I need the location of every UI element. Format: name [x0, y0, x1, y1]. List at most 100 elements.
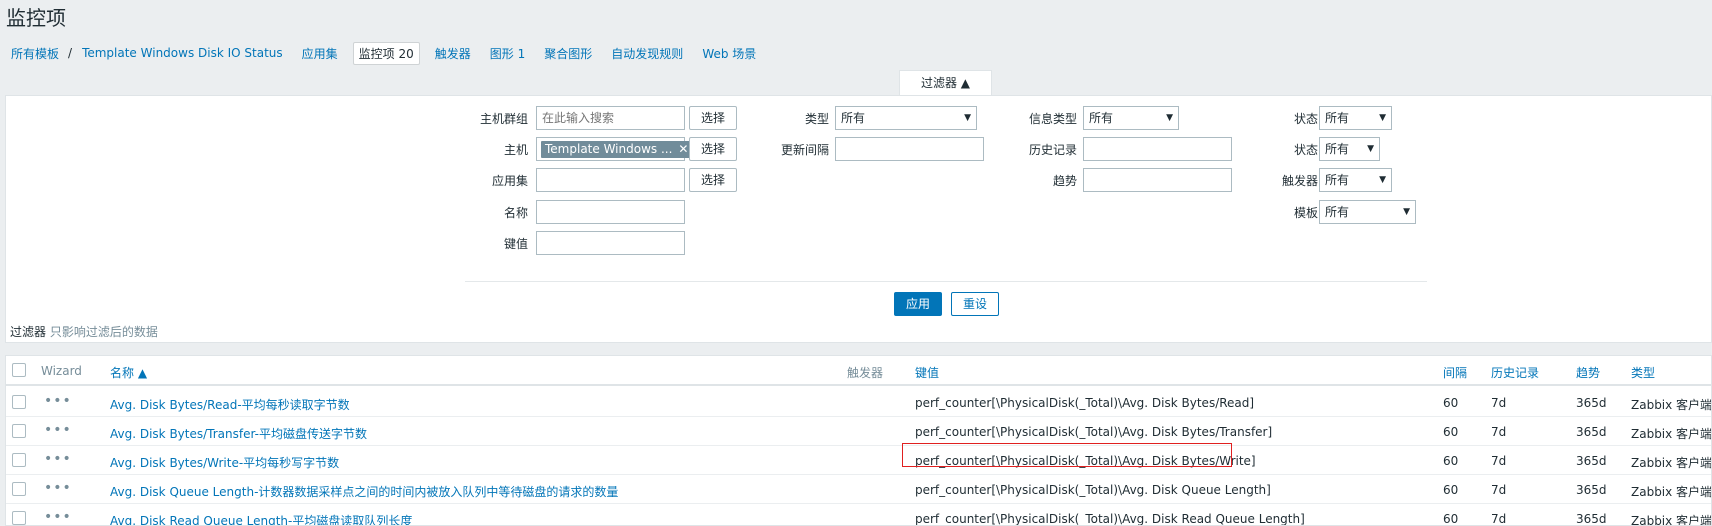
item-trends: 365d: [1576, 483, 1607, 497]
info-type-label: 信息类型: [1028, 112, 1077, 126]
nav-graphs-label: 图形: [489, 46, 514, 61]
chevron-down-icon: ▼: [1379, 113, 1386, 123]
item-name-link[interactable]: Avg. Disk Bytes/Transfer-平均磁盘传送字节数: [110, 425, 367, 442]
item-key: perf_counter[\PhysicalDisk(_Total)\Avg. …: [915, 396, 1255, 410]
header-type-sort[interactable]: 类型: [1631, 364, 1655, 381]
item-trends: 365d: [1576, 454, 1607, 468]
close-icon[interactable]: ✕: [678, 142, 688, 156]
nav-discovery[interactable]: 自动发现规则: [611, 45, 683, 62]
item-interval: 60: [1443, 396, 1459, 410]
header-key-sort[interactable]: 键值: [915, 364, 939, 381]
filter-divider: [465, 281, 1427, 282]
info-type-select-value: 所有: [1089, 111, 1114, 125]
item-history: 7d: [1491, 425, 1507, 439]
status-select[interactable]: 所有 ▼: [1319, 137, 1380, 161]
item-trends: 365d: [1576, 396, 1607, 410]
more-icon[interactable]: •••: [44, 422, 72, 438]
header-interval-sort[interactable]: 间隔: [1443, 364, 1467, 381]
name-input[interactable]: [536, 200, 685, 224]
filter-note: 过滤器 只影响过滤后的数据: [10, 323, 158, 340]
filter-tab[interactable]: 过滤器 ▲: [899, 70, 992, 96]
type-select[interactable]: 所有 ▼: [835, 106, 977, 130]
row-checkbox[interactable]: [12, 424, 26, 438]
select-all-checkbox[interactable]: [12, 363, 26, 377]
application-label: 应用集: [491, 174, 528, 188]
item-history: 7d: [1491, 512, 1507, 526]
hostgroup-label: 主机群组: [479, 112, 528, 126]
state-select-value: 所有: [1325, 111, 1350, 125]
item-key: perf_counter[\PhysicalDisk(_Total)\Avg. …: [915, 483, 1271, 497]
more-icon[interactable]: •••: [44, 480, 72, 496]
header-trends-sort[interactable]: 趋势: [1576, 364, 1600, 381]
header-name-sort[interactable]: 名称 ▲: [110, 364, 147, 381]
triggers-label: 触发器: [1281, 174, 1318, 188]
row-checkbox[interactable]: [12, 395, 26, 409]
application-select-button[interactable]: 选择: [689, 168, 737, 192]
host-multiselect[interactable]: Template Windows ... ✕: [536, 137, 693, 161]
item-trends: 365d: [1576, 512, 1607, 526]
info-type-select[interactable]: 所有 ▼: [1083, 106, 1179, 130]
apply-button[interactable]: 应用: [894, 292, 942, 316]
state-select[interactable]: 所有 ▼: [1319, 106, 1392, 130]
chevron-down-icon: ▼: [1166, 113, 1173, 123]
item-interval: 60: [1443, 512, 1459, 526]
triggers-select-value: 所有: [1325, 173, 1350, 187]
item-type: Zabbix 客户端: [1631, 427, 1712, 441]
history-input[interactable]: [1083, 137, 1232, 161]
nav-items-active[interactable]: 监控项 20: [352, 41, 420, 65]
template-select[interactable]: 所有 ▼: [1319, 200, 1416, 224]
item-interval: 60: [1443, 425, 1459, 439]
hostgroup-select-button[interactable]: 选择: [689, 106, 737, 130]
item-name-link[interactable]: Avg. Disk Read Queue Length-平均磁盘读取队列长度: [110, 512, 412, 525]
key-label: 键值: [503, 237, 528, 251]
nav-graphs[interactable]: 图形 1: [490, 45, 525, 62]
table-row: ••• Avg. Disk Bytes/Write-平均每秒写字节数 perf_…: [6, 446, 1711, 475]
nav-template[interactable]: Template Windows Disk IO Status: [82, 46, 283, 60]
nav-applications[interactable]: 应用集: [302, 45, 338, 62]
breadcrumb-separator: /: [68, 46, 73, 60]
triggers-select[interactable]: 所有 ▼: [1319, 168, 1392, 192]
item-history: 7d: [1491, 483, 1507, 497]
template-label: 模板: [1293, 206, 1318, 220]
page-title: 监控项: [6, 6, 66, 30]
chevron-down-icon: ▼: [1403, 207, 1410, 217]
item-history: 7d: [1491, 454, 1507, 468]
nav-web[interactable]: Web 场景: [702, 45, 756, 62]
item-name-link[interactable]: Avg. Disk Bytes/Write-平均每秒写字节数: [110, 454, 339, 471]
table-row: ••• Avg. Disk Queue Length-计数器数据采样点之间的时间…: [6, 475, 1711, 504]
interval-label: 更新间隔: [780, 143, 829, 157]
row-checkbox[interactable]: [12, 511, 26, 525]
item-name-link[interactable]: Avg. Disk Queue Length-计数器数据采样点之间的时间内被放入…: [110, 483, 618, 500]
item-type: Zabbix 客户端: [1631, 485, 1712, 499]
item-trends: 365d: [1576, 425, 1607, 439]
nav-triggers[interactable]: 触发器: [435, 45, 471, 62]
row-checkbox[interactable]: [12, 482, 26, 496]
hostgroup-input[interactable]: [536, 106, 685, 130]
reset-button[interactable]: 重设: [951, 292, 999, 316]
row-checkbox[interactable]: [12, 453, 26, 467]
type-select-value: 所有: [841, 111, 866, 125]
nav-all-templates[interactable]: 所有模板: [11, 45, 59, 62]
filter-panel: 主机群组 选择 主机 Template Windows ...✕ 选择 应用集 …: [5, 95, 1712, 343]
nav-items-label: 监控项: [358, 46, 395, 61]
host-chip-text: Template Windows ...: [545, 142, 673, 156]
item-type: Zabbix 客户端: [1631, 514, 1712, 526]
more-icon[interactable]: •••: [44, 393, 72, 409]
history-label: 历史记录: [1028, 143, 1077, 157]
host-select-button[interactable]: 选择: [689, 137, 737, 161]
more-icon[interactable]: •••: [44, 451, 72, 467]
item-name-link[interactable]: Avg. Disk Bytes/Read-平均每秒读取字节数: [110, 396, 350, 413]
more-icon[interactable]: •••: [44, 509, 72, 525]
key-input[interactable]: [536, 231, 685, 255]
interval-input[interactable]: [835, 137, 984, 161]
table-row: ••• Avg. Disk Bytes/Read-平均每秒读取字节数 perf_…: [6, 388, 1711, 417]
nav-screens[interactable]: 聚合图形: [544, 45, 592, 62]
application-input[interactable]: [536, 168, 685, 192]
header-history-sort[interactable]: 历史记录: [1491, 364, 1539, 381]
trends-input[interactable]: [1083, 168, 1232, 192]
item-key: perf_counter[\PhysicalDisk(_Total)\Avg. …: [915, 425, 1273, 439]
chevron-down-icon: ▼: [1367, 144, 1374, 154]
state-label: 状态: [1293, 112, 1318, 126]
host-label: 主机: [503, 143, 528, 157]
header-wizard: Wizard: [41, 364, 82, 378]
